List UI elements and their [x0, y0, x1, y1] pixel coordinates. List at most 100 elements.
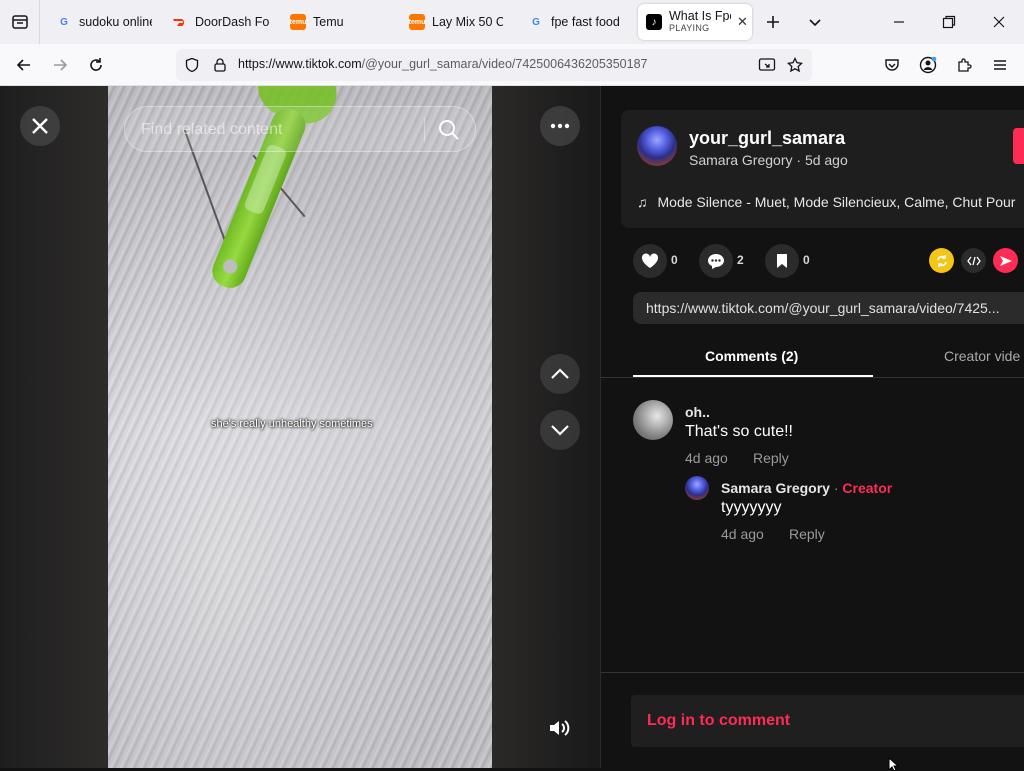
send-button[interactable] — [993, 248, 1018, 273]
tab-tiktok-active[interactable]: ♪ What Is Fpe PLAYING ✕ — [638, 4, 752, 40]
save-button[interactable] — [765, 244, 799, 278]
tab-fpe-fast-food[interactable]: G fpe fast food - — [528, 4, 622, 40]
active-tab-indicator — [633, 375, 873, 377]
repost-button[interactable] — [929, 248, 954, 273]
tab-temu[interactable]: temu Temu — [290, 4, 380, 40]
tab-comments[interactable]: Comments (2) — [705, 348, 798, 364]
post-display-name: Samara Gregory — [689, 152, 793, 168]
volume-icon — [550, 720, 570, 736]
tab-doordash[interactable]: DoorDash Foo — [172, 4, 270, 40]
maximize-button[interactable] — [926, 0, 972, 44]
repost-icon — [936, 254, 947, 267]
related-search-input[interactable] — [141, 119, 411, 141]
tab-list-button[interactable] — [0, 0, 40, 44]
new-tab-button[interactable] — [750, 0, 796, 44]
like-count: 0 — [671, 253, 678, 267]
comment-button[interactable] — [699, 244, 733, 278]
url-host: https://www.tiktok.com — [238, 57, 362, 71]
post-info-card: your_gurl_samara Samara Gregory · 5d ago… — [621, 110, 1024, 228]
comment-text: That's so cute!! — [685, 423, 793, 440]
post-username[interactable]: your_gurl_samara — [689, 128, 845, 149]
account-icon — [919, 56, 937, 74]
shield-icon — [185, 57, 199, 73]
chevron-down-icon — [551, 425, 569, 436]
search-divider — [424, 118, 425, 142]
avatar[interactable] — [637, 126, 677, 166]
url-path: /@your_gurl_samara/video/742500643620535… — [361, 57, 648, 71]
doordash-icon — [172, 14, 188, 30]
pocket-button[interactable] — [876, 49, 908, 81]
like-button[interactable] — [633, 244, 667, 278]
tab-lay-mix[interactable]: temu Lay Mix 50 Ct — [409, 4, 503, 40]
tab-title: Lay Mix 50 Ct — [432, 15, 503, 29]
reload-icon — [90, 58, 102, 71]
save-count: 0 — [803, 253, 810, 267]
url-text[interactable]: https://www.tiktok.com/@your_gurl_samara… — [238, 57, 647, 71]
tab-playing-label: PLAYING — [669, 23, 710, 33]
post-author-line: Samara Gregory · 5d ago — [689, 152, 848, 168]
lock-icon — [214, 58, 226, 72]
creator-badge: Creator — [842, 480, 893, 496]
tab-title: What Is Fpe — [669, 10, 731, 22]
app-menu-button[interactable] — [984, 49, 1016, 81]
plus-icon — [767, 16, 779, 28]
google-icon: G — [532, 16, 540, 28]
puzzle-icon — [958, 58, 972, 72]
video-frame[interactable]: she's really unhealthy sometimes — [108, 86, 492, 768]
chevron-down-icon — [809, 19, 821, 27]
comment-count: 2 — [737, 253, 744, 267]
tab-title: sudoku online — [79, 15, 152, 29]
post-age: 5d ago — [804, 152, 848, 168]
reload-button[interactable] — [80, 49, 112, 81]
comment-time: 4d ago — [685, 450, 728, 466]
tab-sudoku[interactable]: G sudoku online — [56, 4, 152, 40]
send-icon — [999, 255, 1012, 266]
login-to-comment-box[interactable]: Log in to comment — [631, 695, 1024, 747]
more-options-button[interactable] — [540, 106, 580, 146]
code-icon — [966, 256, 981, 265]
follow-button[interactable] — [1013, 128, 1024, 164]
login-to-comment-link[interactable]: Log in to comment — [647, 712, 790, 730]
embed-button[interactable] — [961, 248, 986, 273]
comment-icon — [708, 254, 724, 269]
copy-link-box[interactable]: https://www.tiktok.com/@your_gurl_samara… — [633, 292, 1024, 324]
reply-button[interactable]: Reply — [789, 526, 825, 542]
back-button[interactable] — [8, 49, 40, 81]
temu-icon: temu — [409, 14, 425, 30]
address-bar[interactable]: https://www.tiktok.com/@your_gurl_samara… — [176, 49, 812, 81]
post-sound[interactable]: ♫ Mode Silence - Muet, Mode Silencieux, C… — [637, 194, 1015, 210]
picture-in-picture-icon[interactable] — [758, 57, 776, 73]
extensions-button[interactable] — [948, 49, 980, 81]
minimize-icon — [894, 21, 904, 23]
tab-title: Temu — [313, 15, 344, 29]
google-icon: G — [60, 16, 68, 28]
list-all-tabs-button[interactable] — [792, 0, 838, 44]
volume-button[interactable] — [542, 714, 578, 742]
reply-author-line: Samara Gregory · Creator — [721, 480, 893, 496]
next-video-button[interactable] — [540, 410, 580, 450]
close-tab-icon[interactable]: ✕ — [737, 14, 748, 30]
comment-author[interactable]: oh.. — [685, 404, 710, 420]
commenter-avatar[interactable] — [633, 400, 673, 440]
tab-bar: G sudoku online DoorDash Foo temu Temu t… — [0, 0, 1024, 44]
reply-button[interactable]: Reply — [753, 450, 789, 466]
close-icon — [32, 118, 48, 134]
search-icon[interactable] — [437, 118, 461, 142]
reply-author[interactable]: Samara Gregory — [721, 480, 830, 496]
previous-video-button[interactable] — [540, 354, 580, 394]
browser-chrome: G sudoku online DoorDash Foo temu Temu t… — [0, 0, 1024, 86]
tab-creator-videos[interactable]: Creator vide — [944, 348, 1020, 364]
replier-avatar[interactable] — [685, 476, 709, 500]
account-button[interactable] — [912, 49, 944, 81]
forward-button[interactable] — [44, 49, 76, 81]
close-window-button[interactable] — [976, 0, 1022, 44]
temu-icon: temu — [290, 14, 306, 30]
minimize-button[interactable] — [876, 0, 922, 44]
mouse-cursor-icon — [888, 757, 900, 771]
bookmark-star-icon[interactable] — [787, 57, 803, 73]
reply-time: 4d ago — [721, 526, 764, 542]
close-video-button[interactable] — [20, 106, 60, 146]
chevron-up-icon — [551, 368, 569, 379]
video-caption: she's really unhealthy sometimes — [211, 418, 373, 430]
tab-list-icon — [11, 15, 28, 29]
